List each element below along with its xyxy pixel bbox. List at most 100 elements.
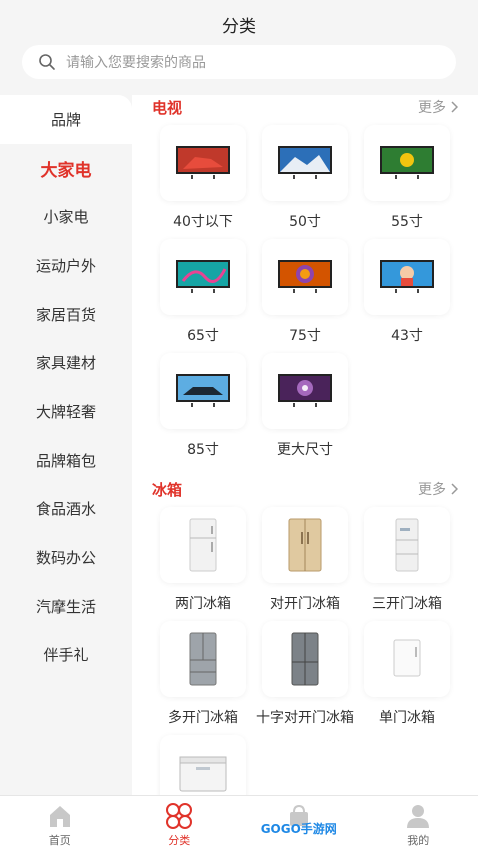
tile-tv-65[interactable]: 65寸 xyxy=(160,239,246,345)
section-title: 冰箱 xyxy=(152,480,183,499)
sidebar-item-furniture[interactable]: 家具建材 xyxy=(0,338,132,387)
sidebar-item-small-appliances[interactable]: 小家电 xyxy=(0,192,132,241)
tile-tv-75[interactable]: 75寸 xyxy=(262,239,348,345)
tab-label: 首页 xyxy=(48,834,71,847)
more-link[interactable]: 更多 xyxy=(418,97,458,117)
more-label: 更多 xyxy=(418,482,446,498)
tile-tv-55[interactable]: 55寸 xyxy=(364,125,450,231)
tv-icon xyxy=(380,146,434,179)
home-icon xyxy=(49,806,70,827)
user-icon xyxy=(407,805,430,828)
product-thumbnail xyxy=(364,125,450,201)
header: 分类 请输入您要搜索的商品 xyxy=(0,0,478,95)
sidebar-item-gifts[interactable]: 伴手礼 xyxy=(0,631,132,680)
fridge-icon xyxy=(189,632,217,686)
page-title: 分类 xyxy=(222,17,256,37)
tv-icon xyxy=(278,146,332,179)
tv-icon xyxy=(278,260,332,293)
tile-label: 两门冰箱 xyxy=(175,596,231,612)
tile-label: 65寸 xyxy=(187,328,219,344)
tile-fridge-three-door[interactable]: 三开门冰箱 xyxy=(364,507,450,613)
tile-tv-40-under[interactable]: 40寸以下 xyxy=(160,125,246,231)
fridge-icon xyxy=(288,518,322,572)
sidebar-item-food-drinks[interactable]: 食品酒水 xyxy=(0,485,132,534)
product-thumbnail xyxy=(364,239,450,315)
tile-tv-85[interactable]: 85寸 xyxy=(160,353,246,459)
tile-tv-larger[interactable]: 更大尺寸 xyxy=(262,353,348,459)
sidebar-item-brand[interactable]: 品牌 xyxy=(0,95,132,144)
tv-icon xyxy=(176,146,230,179)
tile-fridge-cross-door[interactable]: 十字对开门冰箱 xyxy=(256,621,354,727)
sidebar-item-bags[interactable]: 品牌箱包 xyxy=(0,436,132,485)
tile-label: 多开门冰箱 xyxy=(168,710,238,726)
tile-fridge-single-door[interactable]: 单门冰箱 xyxy=(364,621,450,727)
tile-label: 85寸 xyxy=(187,442,219,458)
category-sidebar: 品牌 大家电 小家电 运动户外 家居百货 家具建材 大牌轻奢 品牌箱包 食品酒水… xyxy=(0,95,132,795)
more-link[interactable]: 更多 xyxy=(418,479,458,499)
tv-icon xyxy=(278,374,332,407)
tile-tv-50[interactable]: 50寸 xyxy=(262,125,348,231)
watermark-logo: GOGO手游网 xyxy=(260,822,337,836)
section-title: 电视 xyxy=(152,98,183,117)
chevron-right-icon xyxy=(451,483,458,495)
product-thumbnail xyxy=(160,353,246,429)
search-input[interactable]: 请输入您要搜索的商品 xyxy=(22,45,456,79)
tile-label: 三开门冰箱 xyxy=(372,596,442,612)
tile-label: 75寸 xyxy=(289,328,321,344)
search-icon xyxy=(39,54,55,70)
search-placeholder: 请输入您要搜索的商品 xyxy=(66,55,206,71)
fridge-icon xyxy=(291,632,319,686)
category-icon xyxy=(166,803,193,829)
fridge-icon xyxy=(393,639,421,677)
product-thumbnail xyxy=(262,621,348,697)
product-thumbnail xyxy=(364,507,450,583)
product-thumbnail xyxy=(262,239,348,315)
tab-mine[interactable]: 我的 xyxy=(359,796,478,850)
product-thumbnail xyxy=(160,239,246,315)
tab-label: 分类 xyxy=(168,834,191,847)
product-thumbnail xyxy=(160,507,246,583)
bottom-tab-bar: 首页 分类 GOGO手游网 我的 xyxy=(0,795,478,850)
tab-home[interactable]: 首页 xyxy=(0,796,120,850)
product-thumbnail xyxy=(262,507,348,583)
product-thumbnail xyxy=(262,353,348,429)
chevron-right-icon xyxy=(451,101,458,113)
sidebar-item-sports-outdoor[interactable]: 运动户外 xyxy=(0,241,132,290)
tile-label: 40寸以下 xyxy=(173,214,233,230)
product-thumbnail xyxy=(160,735,246,795)
tile-fridge-side-by-side[interactable]: 对开门冰箱 xyxy=(262,507,348,613)
product-thumbnail xyxy=(364,621,450,697)
tile-label: 50寸 xyxy=(289,214,321,230)
fridge-section-header: 冰箱 更多 xyxy=(152,479,458,499)
sidebar-item-large-appliances[interactable]: 大家电 xyxy=(0,143,132,193)
tile-fridge-multi-door[interactable]: 多开门冰箱 xyxy=(160,621,246,727)
tv-icon xyxy=(176,260,230,293)
tile-label: 十字对开门冰箱 xyxy=(256,710,354,726)
tv-icon xyxy=(380,260,434,293)
tile-label: 对开门冰箱 xyxy=(270,596,340,612)
tile-label: 更大尺寸 xyxy=(277,442,333,458)
tab-cart[interactable]: GOGO手游网 xyxy=(239,796,359,850)
tile-tv-43[interactable]: 43寸 xyxy=(364,239,450,345)
product-thumbnail xyxy=(262,125,348,201)
category-content: 电视 更多 40寸以下 50寸 55寸 65寸 75寸 43寸 85寸 更大尺寸… xyxy=(132,95,478,795)
product-thumbnail xyxy=(160,621,246,697)
sidebar-item-digital-office[interactable]: 数码办公 xyxy=(0,533,132,582)
tile-fridge-two-door[interactable]: 两门冰箱 xyxy=(160,507,246,613)
sidebar-item-auto[interactable]: 汽摩生活 xyxy=(0,582,132,631)
tv-section-header: 电视 更多 xyxy=(152,97,458,117)
tile-label: 43寸 xyxy=(391,328,423,344)
product-thumbnail xyxy=(160,125,246,201)
sidebar-item-home-goods[interactable]: 家居百货 xyxy=(0,290,132,339)
tab-label: 我的 xyxy=(407,834,430,847)
tv-icon xyxy=(176,374,230,407)
tile-fridge-chest[interactable] xyxy=(160,735,246,795)
freezer-icon xyxy=(179,756,227,792)
fridge-icon xyxy=(189,518,217,572)
sidebar-item-luxury[interactable]: 大牌轻奢 xyxy=(0,387,132,436)
tile-label: 单门冰箱 xyxy=(379,710,435,726)
tab-category[interactable]: 分类 xyxy=(120,796,240,850)
fridge-icon xyxy=(395,518,419,572)
more-label: 更多 xyxy=(418,100,446,116)
tile-label: 55寸 xyxy=(391,214,423,230)
